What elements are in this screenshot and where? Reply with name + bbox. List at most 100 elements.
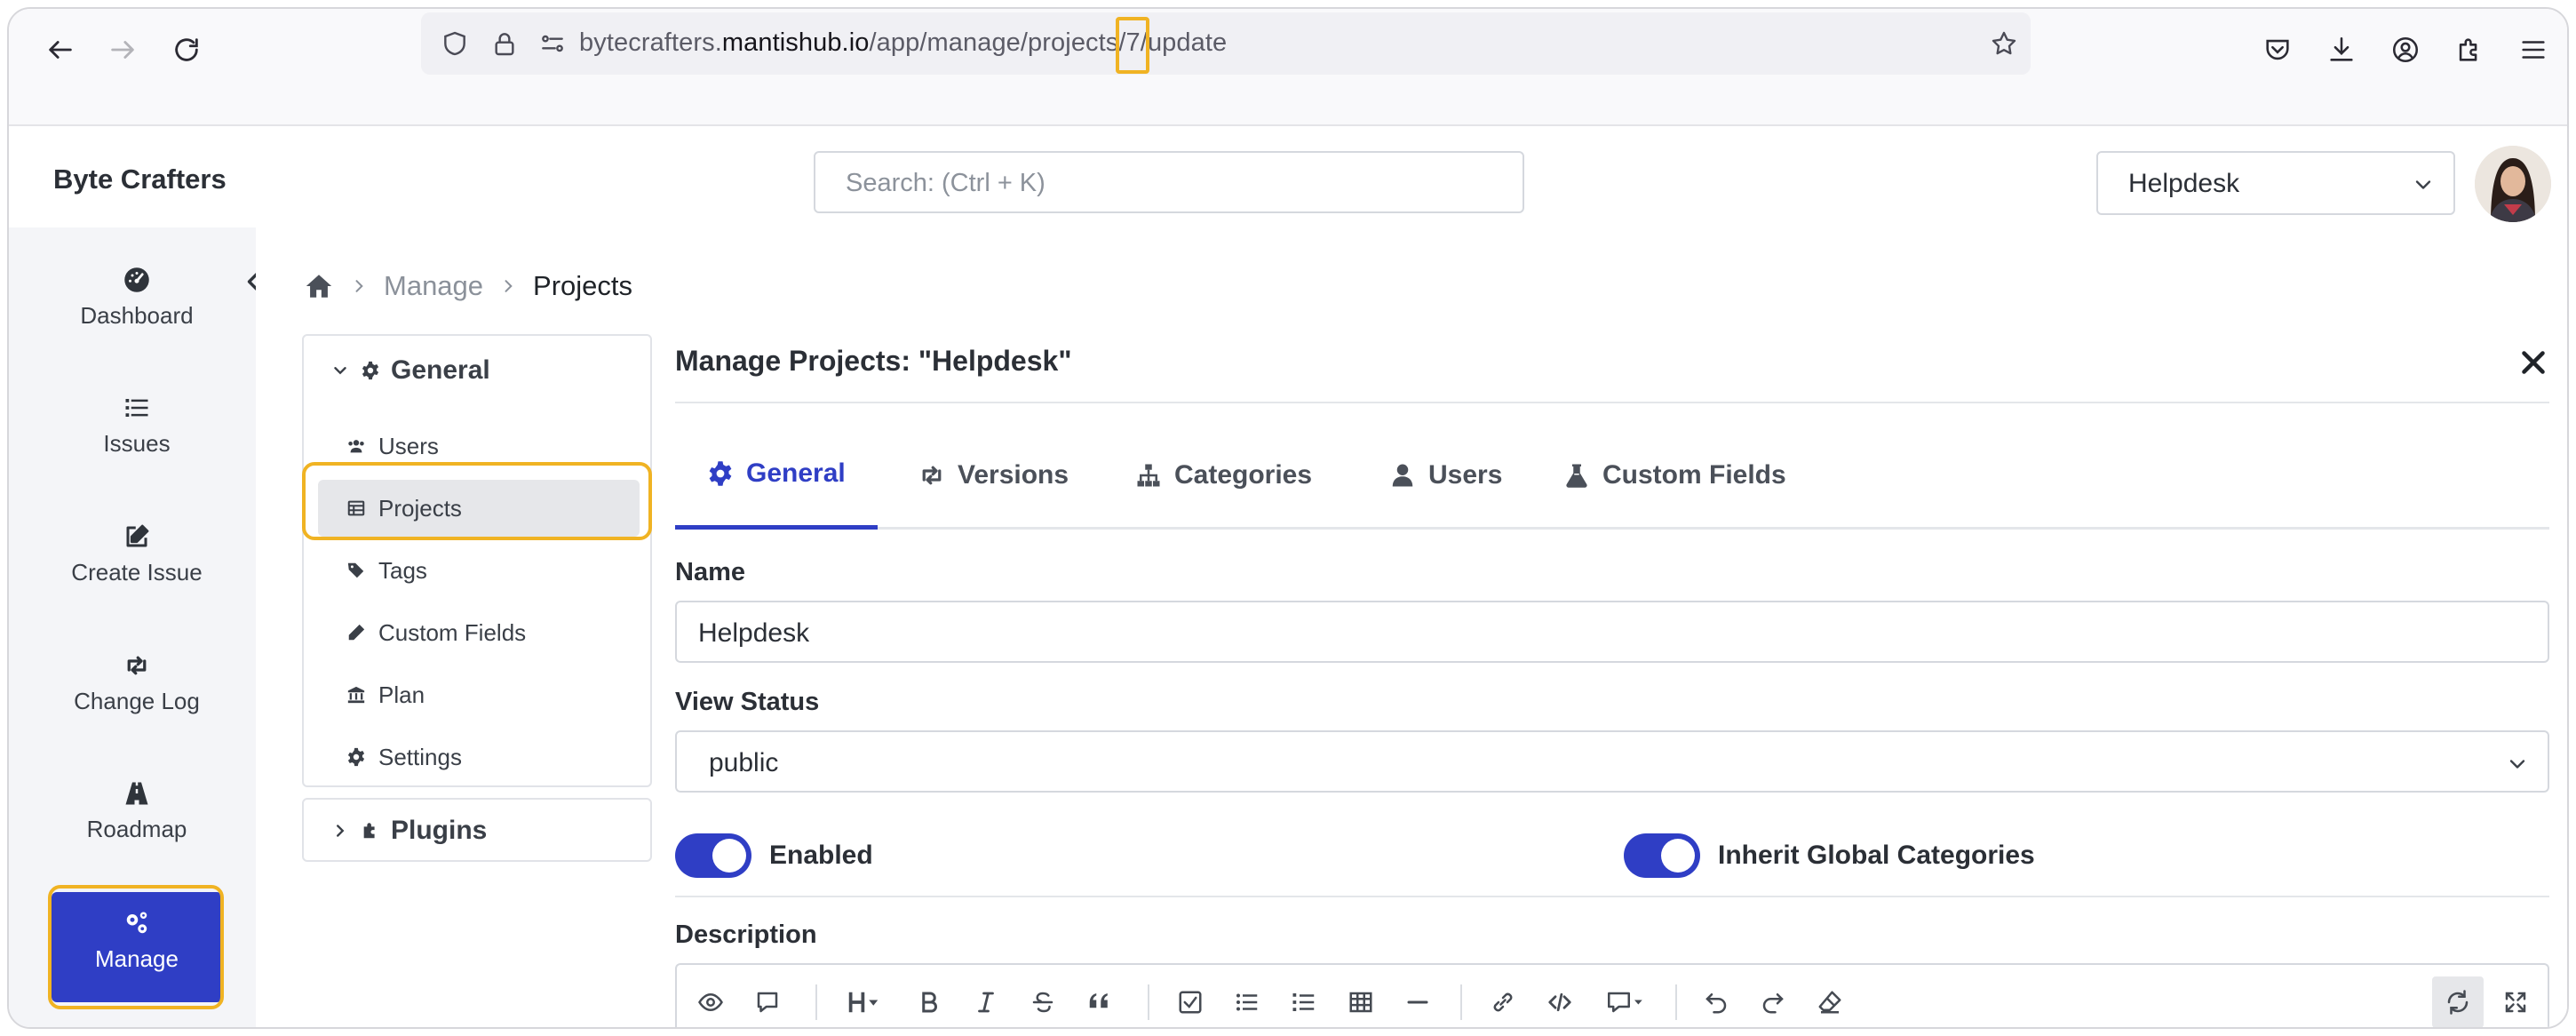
subnav-general-header[interactable]: General [330, 355, 490, 386]
sidebar-item-dashboard[interactable]: Dashboard [52, 249, 222, 359]
url-bar[interactable]: bytecrafters.mantishub.io/app/manage/pro… [421, 12, 2031, 75]
redo-button[interactable] [1753, 983, 1793, 1022]
subnav-item-plan[interactable]: Plan [318, 666, 640, 723]
user-icon [1392, 464, 1413, 487]
sidebar-item-roadmap[interactable]: Roadmap [52, 762, 222, 873]
arrow-right-icon [111, 41, 134, 59]
table-button[interactable] [1341, 983, 1380, 1022]
subnav-plugins[interactable]: Plugins [302, 798, 652, 862]
subnav-item-custom-fields[interactable]: Custom Fields [318, 604, 640, 661]
menu-button[interactable] [2512, 28, 2555, 71]
clear-format-button[interactable] [1810, 983, 1849, 1022]
subnav-plugins-label: Plugins [391, 816, 488, 845]
toolbar-separator [1460, 984, 1462, 1020]
enabled-toggle[interactable] [675, 833, 751, 878]
redo-icon [1762, 993, 1784, 1014]
fullscreen-button[interactable] [2496, 983, 2535, 1022]
extensions-button[interactable] [2448, 28, 2491, 71]
toolbar-separator [815, 984, 817, 1020]
forward-button[interactable] [98, 25, 147, 75]
heading-button[interactable] [837, 983, 890, 1022]
account-icon [2392, 36, 2419, 63]
reload-button[interactable] [162, 25, 211, 75]
sync-scroll-button[interactable] [2432, 976, 2484, 1027]
downloads-button[interactable] [2320, 28, 2363, 71]
gear-icon [362, 361, 379, 380]
breadcrumb-manage[interactable]: Manage [384, 270, 483, 302]
pencil-icon [348, 624, 365, 641]
checklist-button[interactable] [1171, 983, 1210, 1022]
app-header: Byte Crafters Search: (Ctrl + K) Helpdes… [9, 128, 2567, 227]
url-domain: mantishub.io [721, 28, 870, 57]
tab-general[interactable]: General [675, 421, 878, 530]
tab-users[interactable]: Users [1357, 421, 1534, 530]
project-selector[interactable]: Helpdesk [2096, 151, 2455, 215]
name-input[interactable]: Helpdesk [675, 601, 2549, 663]
list-icon [125, 399, 148, 417]
undo-button[interactable] [1697, 983, 1736, 1022]
divider [675, 402, 2549, 403]
pocket-button[interactable] [2256, 28, 2299, 71]
chevron-down-icon [334, 367, 346, 375]
url-highlight-box [1116, 17, 1149, 74]
toggle-row: Enabled Inherit Global Categories [675, 817, 2549, 897]
gauge-icon [124, 267, 149, 292]
subnav-item-label: Users [378, 432, 439, 459]
strikethrough-button[interactable] [1023, 983, 1062, 1022]
avatar-image [2475, 146, 2551, 222]
comment-icon [757, 992, 778, 1013]
shield-icon[interactable] [439, 28, 471, 60]
browser-toolbar: bytecrafters.mantishub.io/app/manage/pro… [9, 9, 2567, 126]
sidebar-item-create-issue[interactable]: Create Issue [52, 506, 222, 616]
inherit-categories-toggle[interactable] [1624, 833, 1700, 878]
bookmark-star-icon[interactable] [1988, 28, 2020, 60]
back-button[interactable] [36, 25, 85, 75]
comment-button[interactable] [748, 983, 787, 1022]
lock-icon[interactable] [489, 28, 521, 60]
bold-button[interactable] [910, 983, 949, 1022]
subnav-item-tags[interactable]: Tags [318, 542, 640, 599]
permissions-icon[interactable] [537, 28, 568, 60]
link-button[interactable] [1483, 983, 1523, 1022]
sidebar-item-change-log[interactable]: Change Log [52, 634, 222, 745]
tab-custom-fields[interactable]: Custom Fields [1531, 421, 1818, 530]
italic-button[interactable] [966, 983, 1006, 1022]
table-icon [1349, 992, 1372, 1013]
view-status-select[interactable]: public [675, 730, 2549, 793]
description-label: Description [675, 920, 817, 949]
subnav-plugins-header[interactable]: Plugins [330, 816, 487, 846]
link-icon [1493, 992, 1513, 1012]
bullet-list-icon [1236, 993, 1258, 1011]
account-button[interactable] [2384, 28, 2427, 71]
strikethrough-icon [1032, 992, 1053, 1013]
sidebar-item-issues[interactable]: Issues [52, 377, 222, 487]
numbered-list-button[interactable] [1284, 983, 1324, 1022]
search-input[interactable]: Search: (Ctrl + K) [814, 151, 1524, 213]
retweet-icon [127, 656, 147, 675]
users-icon [348, 440, 364, 453]
view-status-label: View Status [675, 688, 820, 716]
home-icon[interactable] [304, 271, 334, 301]
close-icon[interactable] [2517, 347, 2549, 379]
horizontal-rule-button[interactable] [1398, 983, 1437, 1022]
subnav-item-label: Settings [378, 743, 462, 770]
quote-button[interactable] [1080, 983, 1119, 1022]
bullet-list-button[interactable] [1228, 983, 1267, 1022]
view-status-value: public [709, 748, 779, 777]
pocket-icon [2266, 39, 2289, 60]
left-sidebar: Dashboard Issues Create Issue Change Log… [9, 227, 256, 1027]
callout-button[interactable] [1597, 983, 1654, 1022]
eraser-icon [1818, 991, 1841, 1014]
tab-categories[interactable]: Categories [1103, 421, 1344, 530]
code-button[interactable] [1540, 983, 1579, 1022]
user-avatar[interactable] [2475, 146, 2551, 222]
quote-icon [1089, 993, 1108, 1008]
tab-versions[interactable]: Versions [886, 421, 1101, 530]
brand-title[interactable]: Byte Crafters [53, 163, 227, 195]
gear-icon [709, 460, 732, 486]
subnav-item-settings[interactable]: Settings [318, 729, 640, 785]
preview-button[interactable] [691, 983, 730, 1022]
puzzle-icon [2459, 38, 2477, 61]
tab-label: Users [1428, 460, 1503, 490]
panel-title: Manage Projects: "Helpdesk" [675, 345, 1072, 377]
